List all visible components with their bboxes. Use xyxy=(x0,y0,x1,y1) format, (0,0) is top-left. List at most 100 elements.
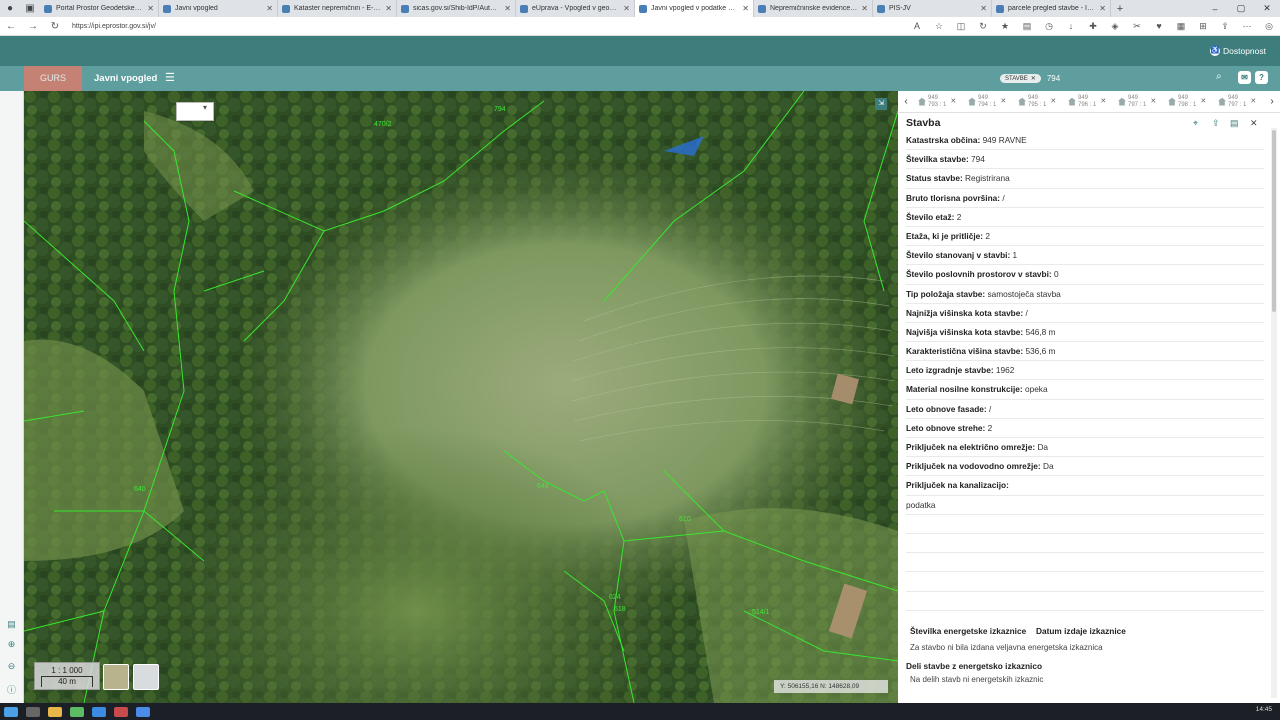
building-tab[interactable]: 949 795 : 1 ✕ xyxy=(1014,91,1064,113)
history-icon[interactable]: ◷ xyxy=(1038,21,1060,32)
accessibility-button[interactable]: ♿ Dostopnost xyxy=(1210,46,1266,56)
tab-close-icon[interactable]: ✕ xyxy=(623,4,630,13)
mail-icon[interactable] xyxy=(136,706,150,717)
building-tab[interactable]: 949 794 : 1 ✕ xyxy=(964,91,1014,113)
map-basemap-dropdown[interactable]: ▾ xyxy=(176,102,214,121)
tab-close-icon[interactable]: ✕ xyxy=(980,4,987,13)
building-tab[interactable]: 949 797 : 1 ✕ xyxy=(1114,91,1164,113)
info-icon[interactable]: ⓘ xyxy=(5,683,18,696)
search-icon[interactable]: ⌕ xyxy=(1216,71,1222,82)
hamburger-menu-icon[interactable]: ☰ xyxy=(165,71,175,84)
browser-tab[interactable]: Javni vpogled v podatke o nepre ✕ xyxy=(635,0,754,17)
split-screen-icon[interactable]: ◫ xyxy=(950,21,972,32)
favorite-star-icon[interactable]: ☆ xyxy=(928,21,950,32)
gurs-logo[interactable]: GURS xyxy=(24,66,82,91)
building-tab-close-icon[interactable]: ✕ xyxy=(1000,98,1006,105)
tab-close-icon[interactable]: ✕ xyxy=(504,4,511,13)
browser-tab[interactable]: Javni vpogled ✕ xyxy=(159,0,278,17)
search-input[interactable]: 794 xyxy=(1047,74,1060,83)
profile-icon[interactable]: ● xyxy=(0,0,20,17)
layers-icon[interactable]: ▤ xyxy=(5,619,18,632)
zoom-out-icon[interactable]: ⊖ xyxy=(5,661,18,674)
back-icon[interactable]: ← xyxy=(0,21,22,32)
favorites-icon[interactable]: ★ xyxy=(994,21,1016,32)
search-box[interactable]: STAVBE ✕ 794 xyxy=(1000,70,1232,87)
browser-tab[interactable]: parcele pregled stavbe - Iskanje ✕ xyxy=(992,0,1111,17)
edge-copilot-icon[interactable]: ◎ xyxy=(1258,21,1280,32)
attribute-label: Priključek na električno omrežje: xyxy=(906,442,1036,452)
edge-icon[interactable] xyxy=(92,706,106,717)
building-tab-close-icon[interactable]: ✕ xyxy=(1200,98,1206,105)
help-icon[interactable]: ? xyxy=(1255,71,1268,84)
building-tab-bottom: 793 : 1 xyxy=(928,101,947,108)
forward-icon[interactable]: → xyxy=(22,21,44,32)
sidebar-icon[interactable]: ▦ xyxy=(1170,21,1192,32)
tab-close-icon[interactable]: ✕ xyxy=(385,4,392,13)
export-icon[interactable]: ▤ xyxy=(1230,118,1239,129)
attribute-label: Status stavbe: xyxy=(906,173,963,184)
close-window-button[interactable]: ✕ xyxy=(1254,0,1280,17)
map-expand-icon[interactable]: ⇲ xyxy=(875,98,887,110)
tab-close-icon[interactable]: ✕ xyxy=(742,4,749,13)
browser-tab[interactable]: eUprava - Vpogled v geodetske p✕ xyxy=(516,0,635,17)
browser-tab[interactable]: PIS-JV ✕ xyxy=(873,0,992,17)
share-icon[interactable]: ⇪ xyxy=(1212,118,1220,129)
panel-scrollbar-thumb[interactable] xyxy=(1272,130,1276,312)
minimize-button[interactable]: – xyxy=(1202,0,1228,17)
read-aloud-icon[interactable]: A xyxy=(906,21,928,31)
collections-icon[interactable]: ▤ xyxy=(1016,21,1038,32)
screenshot-icon[interactable]: ✂ xyxy=(1126,21,1148,32)
start-icon[interactable] xyxy=(4,706,18,717)
tabs-next-icon[interactable]: › xyxy=(1264,96,1280,107)
browser-tab[interactable]: Nepremičninske evidence | GOV.SI ✕ xyxy=(754,0,873,17)
attribute-value: 2 xyxy=(956,211,962,222)
url-field[interactable]: https://ipi.eprostor.gov.si/jv/ xyxy=(72,23,832,30)
tab-close-icon[interactable]: ✕ xyxy=(266,4,273,13)
building-tab[interactable]: 949 793 : 1 ✕ xyxy=(914,91,964,113)
feedback-icon[interactable]: ✉ xyxy=(1238,71,1251,84)
reload-icon[interactable]: ↻ xyxy=(44,21,66,32)
copilot-icon[interactable]: ◈ xyxy=(1104,21,1126,32)
downloads-icon[interactable]: ↓ xyxy=(1060,21,1082,31)
browser-tab[interactable]: Portal Prostor Geodetske uprave ✕ xyxy=(40,0,159,17)
tab-close-icon[interactable]: ✕ xyxy=(147,4,154,13)
attribute-label: Priključek na kanalizacijo: xyxy=(906,480,1009,491)
aerial-map[interactable]: 470/2 794 640 646 610 514/1 618 624 xyxy=(24,91,898,703)
more-menu-icon[interactable]: ⋯ xyxy=(1236,21,1258,32)
building-tab-bottom: 797 : 1 xyxy=(1128,101,1147,108)
building-tab-close-icon[interactable]: ✕ xyxy=(1150,98,1156,105)
extensions-icon[interactable]: ✚ xyxy=(1082,21,1104,32)
basemap-orthophoto-thumb[interactable] xyxy=(103,664,129,690)
tabs-prev-icon[interactable]: ‹ xyxy=(898,96,914,107)
apps-icon[interactable]: ⊞ xyxy=(1192,21,1214,32)
tab-close-icon[interactable]: ✕ xyxy=(861,4,868,13)
basemap-topo-thumb[interactable] xyxy=(133,664,159,690)
performance-icon[interactable]: ♥ xyxy=(1148,21,1170,31)
building-tab-close-icon[interactable]: ✕ xyxy=(950,98,956,105)
parcel-label: 640 xyxy=(134,486,146,493)
building-tab[interactable]: 949 796 : 1 ✕ xyxy=(1064,91,1114,113)
zoom-in-icon[interactable]: ⊕ xyxy=(5,639,18,652)
maximize-button[interactable]: ▢ xyxy=(1228,0,1254,17)
tab-close-icon[interactable]: ✕ xyxy=(1099,4,1106,13)
refresh-icon[interactable]: ↻ xyxy=(972,21,994,32)
building-tab[interactable]: 949 797 : 1 ✕ xyxy=(1214,91,1264,113)
new-tab-button[interactable]: + xyxy=(1111,3,1129,15)
locate-building-icon[interactable]: ⌖ xyxy=(1193,118,1198,129)
explorer-icon[interactable] xyxy=(48,706,62,717)
app-icon[interactable] xyxy=(70,706,84,717)
browser-tab[interactable]: sicas.gov.si/Shib-IdP/Authn/SICAS ✕ xyxy=(397,0,516,17)
building-tab-close-icon[interactable]: ✕ xyxy=(1050,98,1056,105)
building-tab[interactable]: 949 798 : 1 ✕ xyxy=(1164,91,1214,113)
panel-close-icon[interactable]: ✕ xyxy=(1250,118,1258,129)
search-filter-chip[interactable]: STAVBE ✕ xyxy=(1000,74,1041,83)
share-icon[interactable]: ⇪ xyxy=(1214,21,1236,32)
building-tab-close-icon[interactable]: ✕ xyxy=(1250,98,1256,105)
browser-tab[interactable]: Kataster nepremičnin - E-prostor ✕ xyxy=(278,0,397,17)
building-tab-close-icon[interactable]: ✕ xyxy=(1100,98,1106,105)
workspaces-icon[interactable]: ▣ xyxy=(20,0,40,17)
taskview-icon[interactable] xyxy=(26,706,40,717)
building-tab-top: 949 xyxy=(978,94,989,101)
chip-close-icon[interactable]: ✕ xyxy=(1031,75,1036,82)
pdf-icon[interactable] xyxy=(114,706,128,717)
